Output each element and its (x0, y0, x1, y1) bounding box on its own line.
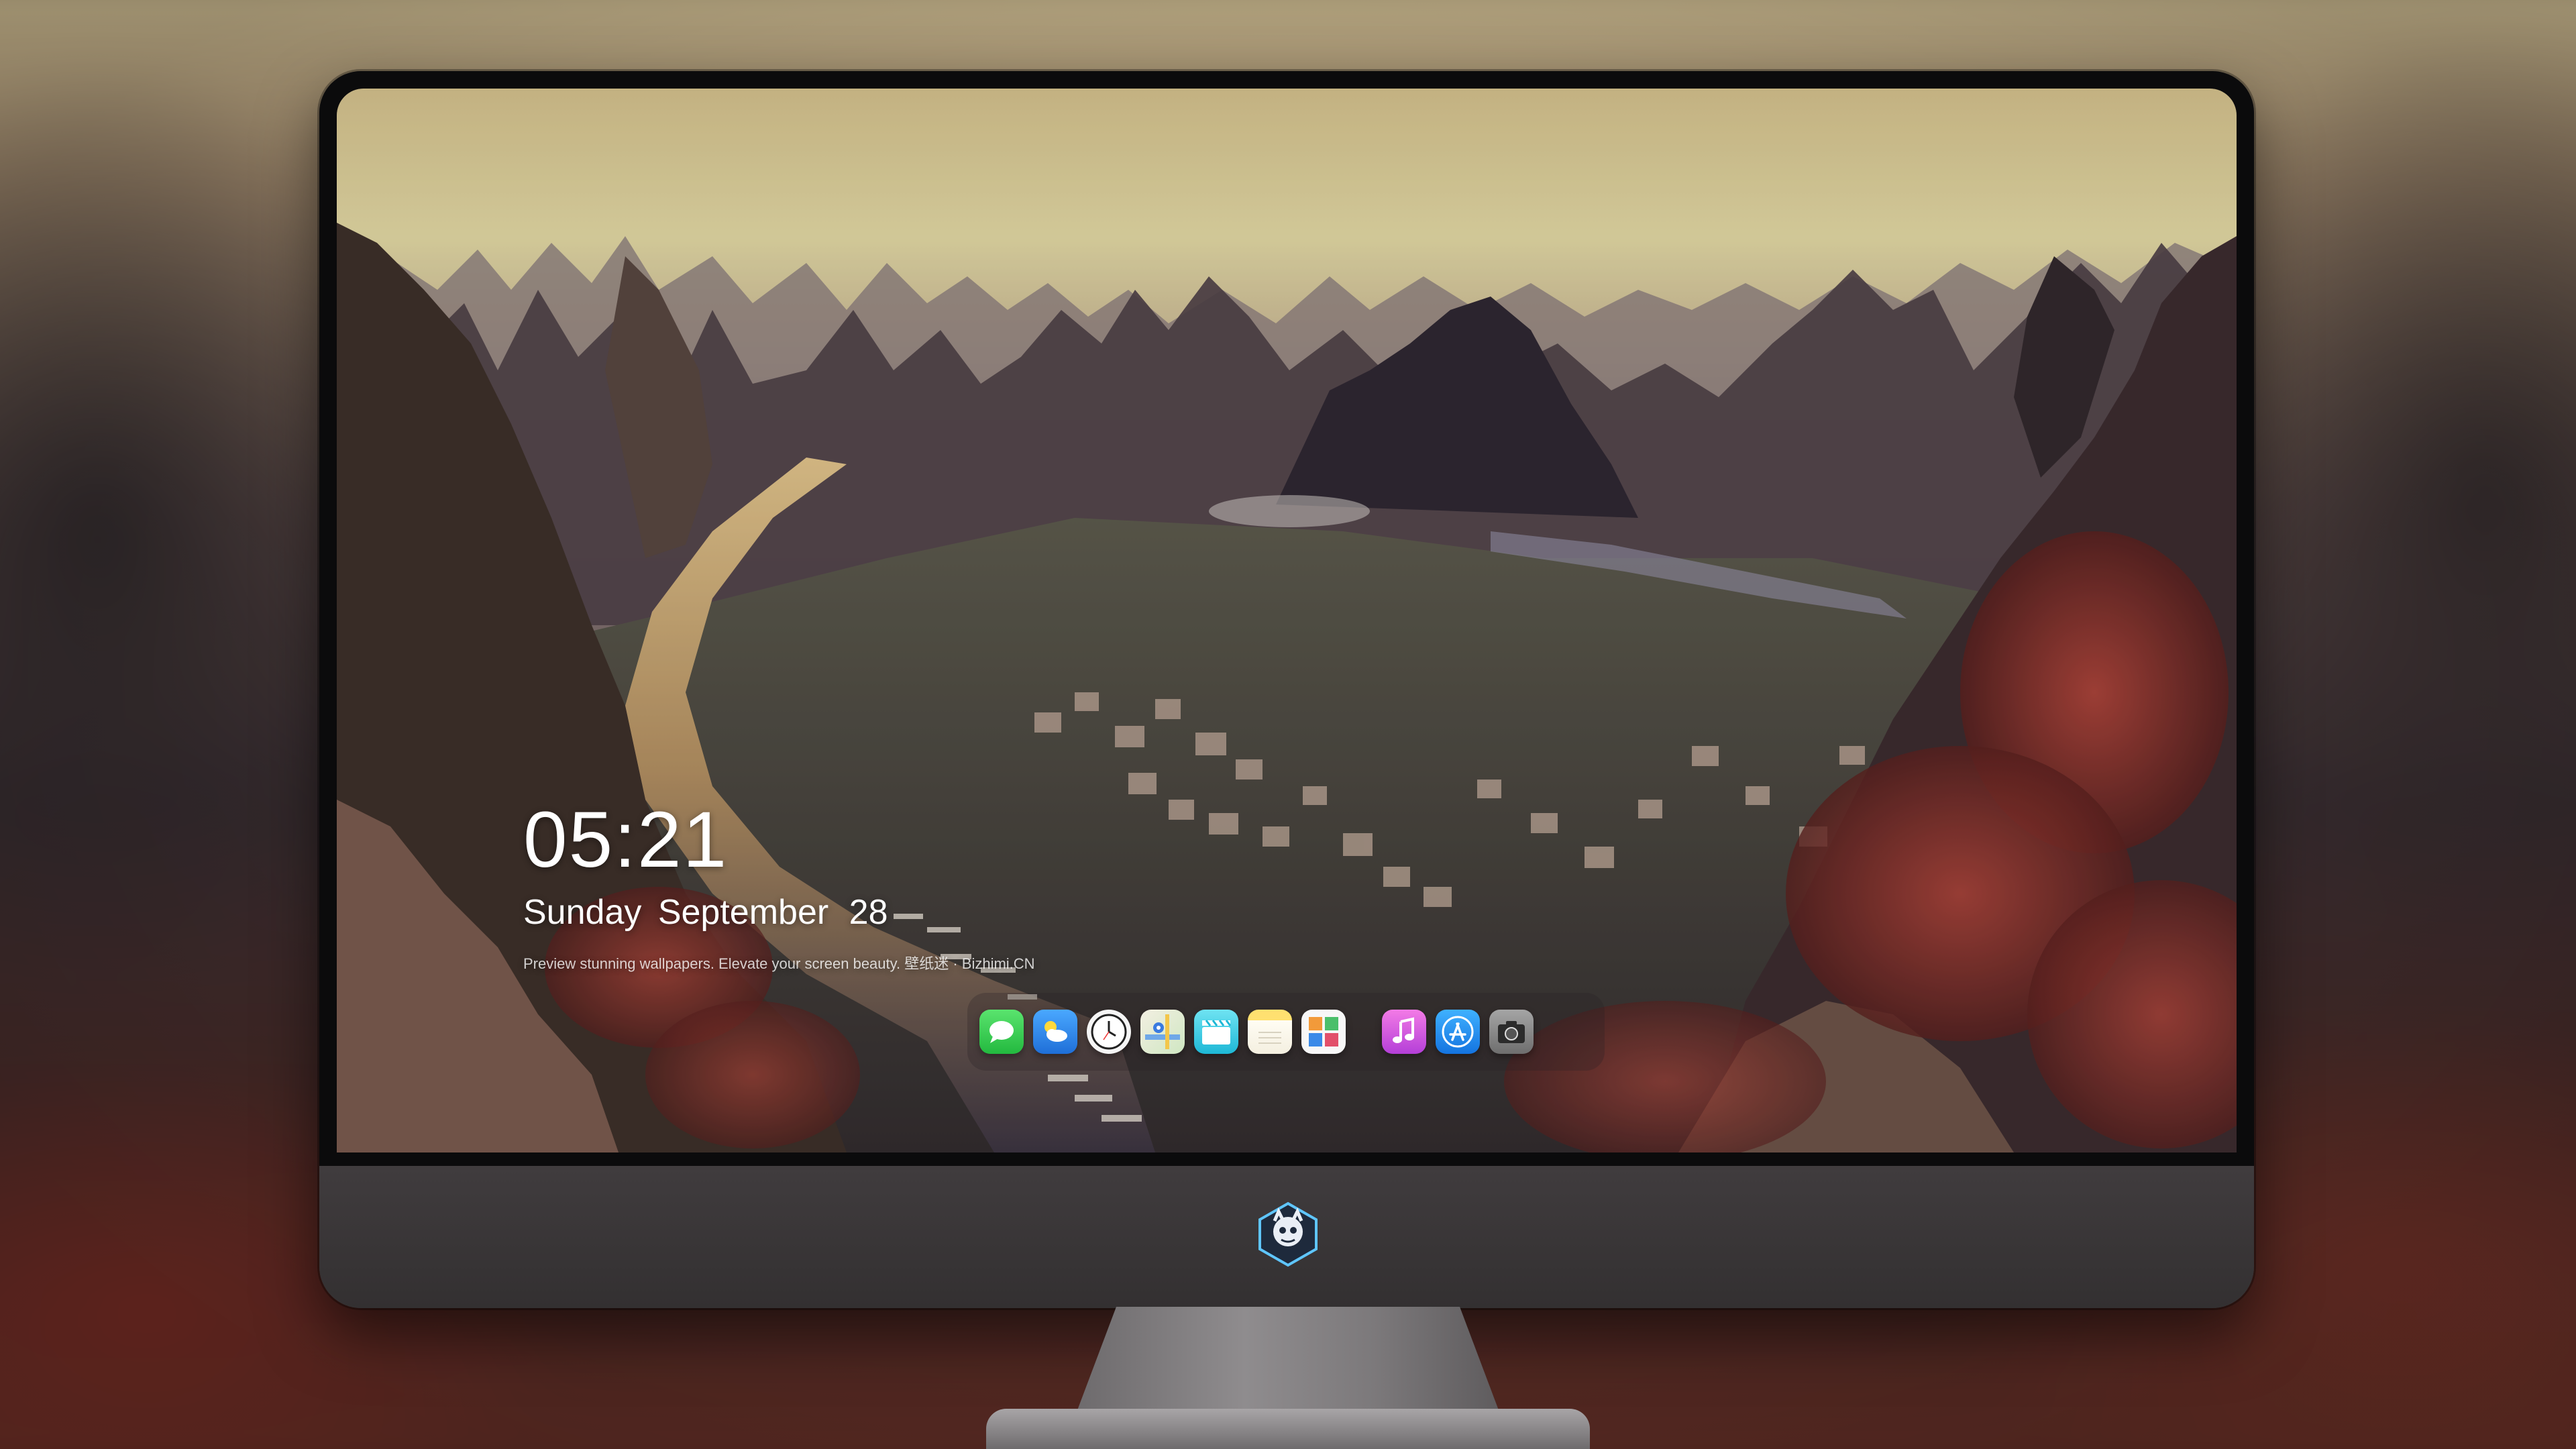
monitor-chin (319, 1166, 2254, 1308)
dock-app-app-store[interactable] (1436, 1010, 1480, 1054)
notes-icon (1258, 1032, 1281, 1044)
dock-app-messages[interactable] (979, 1010, 1024, 1054)
monitor-stand-base (986, 1409, 1590, 1449)
app-store-icon (1442, 1016, 1474, 1048)
photos-icon (1309, 1017, 1338, 1046)
date-display: Sunday September 28 (523, 892, 1035, 932)
dock-app-videos[interactable] (1194, 1010, 1238, 1054)
clock-icon (1091, 1014, 1127, 1050)
speech-bubble-icon (989, 1021, 1014, 1043)
map-icon (1145, 1014, 1180, 1049)
dock-app-camera[interactable] (1489, 1010, 1534, 1054)
desktop-scene: 05:21 Sunday September 28 Preview stunni… (0, 0, 2576, 1449)
dock-app-clock[interactable] (1087, 1010, 1131, 1054)
dock-app-maps[interactable] (1140, 1010, 1185, 1054)
date-day-number: 28 (849, 893, 888, 932)
dock-app-photos[interactable] (1301, 1010, 1346, 1054)
monitor-screen: 05:21 Sunday September 28 Preview stunni… (337, 89, 2237, 1152)
dock-app-notes[interactable] (1248, 1010, 1292, 1054)
camera-icon (1498, 1021, 1525, 1043)
lockscreen-overlay: 05:21 Sunday September 28 Preview stunni… (523, 800, 1035, 973)
dock (967, 993, 1605, 1071)
clock-time: 05:21 (523, 796, 729, 884)
clapperboard-icon (1202, 1020, 1232, 1044)
mascot-logo-icon (1258, 1201, 1318, 1267)
wallpaper-tagline: Preview stunning wallpapers. Elevate you… (523, 955, 1035, 972)
date-weekday: Sunday (523, 893, 642, 932)
music-note-icon (1393, 1017, 1414, 1043)
date-month: September (657, 893, 829, 932)
dock-separator (1355, 1028, 1382, 1035)
monitor-stand-neck (1073, 1307, 1503, 1421)
dock-app-music[interactable] (1382, 1010, 1426, 1054)
cloud-sun-icon (1044, 1021, 1067, 1042)
monitor-bezel: 05:21 Sunday September 28 Preview stunni… (319, 71, 2254, 1166)
dock-app-weather[interactable] (1033, 1010, 1077, 1054)
monitor: 05:21 Sunday September 28 Preview stunni… (319, 71, 2254, 1308)
